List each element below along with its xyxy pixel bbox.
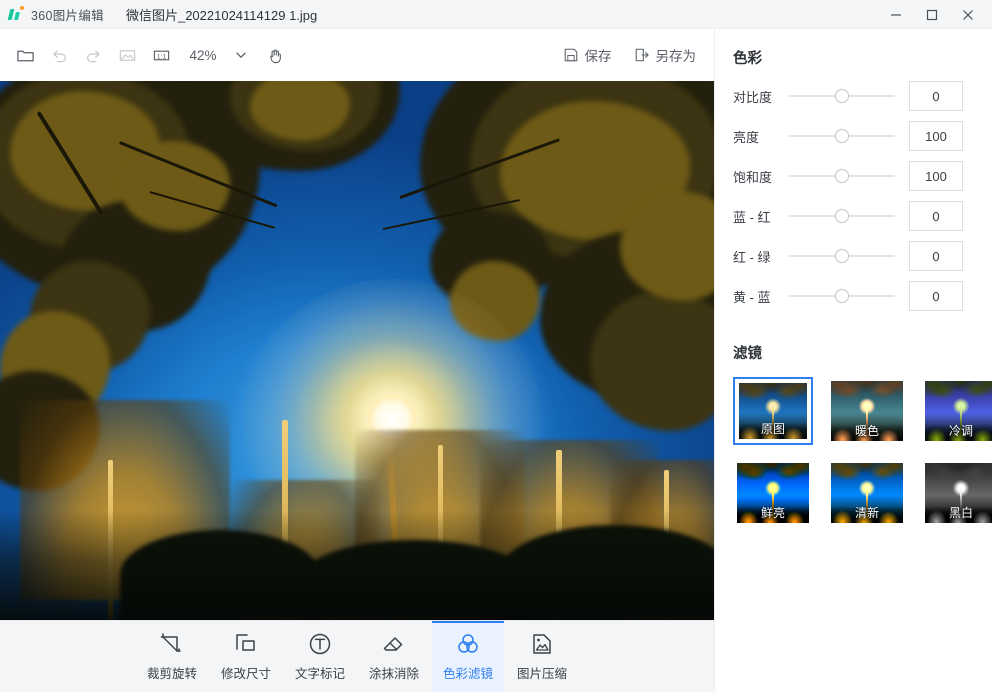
crop-rotate-icon bbox=[159, 631, 185, 657]
tab-label: 涂抹消除 bbox=[369, 663, 419, 682]
color-section-title: 色彩 bbox=[733, 47, 992, 68]
filter-option-fresh[interactable]: 清新 bbox=[827, 459, 907, 527]
tab-erase[interactable]: 涂抹消除 bbox=[358, 621, 430, 692]
save-icon bbox=[563, 47, 579, 63]
app-name: 360图片编辑 bbox=[31, 5, 104, 24]
filter-option-warm[interactable]: 暖色 bbox=[827, 377, 907, 445]
red-green-slider[interactable] bbox=[789, 247, 895, 265]
slider-thumb[interactable] bbox=[835, 89, 849, 103]
color-sliders-list: 对比度 0 亮度 100 饱和度 bbox=[715, 76, 992, 316]
tab-label: 图片压缩 bbox=[517, 663, 567, 682]
svg-text:1:1: 1:1 bbox=[156, 53, 166, 60]
close-button[interactable] bbox=[950, 0, 986, 29]
filter-label: 冷调 bbox=[925, 422, 992, 439]
maximize-button[interactable] bbox=[914, 0, 950, 29]
save-as-label: 另存为 bbox=[656, 45, 697, 65]
tab-label: 修改尺寸 bbox=[221, 663, 271, 682]
text-mark-icon bbox=[307, 631, 333, 657]
blue-red-slider[interactable] bbox=[789, 207, 895, 225]
document-name: 微信图片_20221024114129 1.jpg bbox=[126, 5, 317, 24]
slider-row-saturation: 饱和度 100 bbox=[733, 156, 992, 196]
contrast-value-input[interactable]: 0 bbox=[909, 81, 963, 111]
slider-label: 蓝 - 红 bbox=[733, 207, 789, 226]
filter-option-vivid[interactable]: 鲜亮 bbox=[733, 459, 813, 527]
save-as-button[interactable]: 另存为 bbox=[630, 41, 701, 69]
filter-section-title: 滤镜 bbox=[733, 342, 992, 363]
contrast-slider[interactable] bbox=[789, 87, 895, 105]
one-to-one-icon[interactable]: 1:1 bbox=[144, 38, 178, 72]
slider-row-yellow-blue: 黄 - 蓝 0 bbox=[733, 276, 992, 316]
undo-icon[interactable] bbox=[42, 38, 76, 72]
slider-thumb[interactable] bbox=[835, 129, 849, 143]
slider-row-red-green: 红 - 绿 0 bbox=[733, 236, 992, 276]
image-editor-window: 360图片编辑 微信图片_20221024114129 1.jpg bbox=[0, 0, 992, 692]
filter-option-blackwhite[interactable]: 黑白 bbox=[921, 459, 992, 527]
slider-row-brightness: 亮度 100 bbox=[733, 116, 992, 156]
color-filter-icon bbox=[455, 631, 481, 657]
top-toolbar: 1:1 42% 保存 另存为 bbox=[0, 29, 714, 81]
minimize-button[interactable] bbox=[878, 0, 914, 29]
blue-red-value-input[interactable]: 0 bbox=[909, 201, 963, 231]
zoom-level: 42% bbox=[186, 48, 220, 63]
tab-resize[interactable]: 修改尺寸 bbox=[210, 621, 282, 692]
image-canvas[interactable] bbox=[0, 81, 714, 620]
slider-thumb[interactable] bbox=[835, 249, 849, 263]
tab-text-mark[interactable]: 文字标记 bbox=[284, 621, 356, 692]
slider-label: 黄 - 蓝 bbox=[733, 287, 789, 306]
resize-icon bbox=[233, 631, 259, 657]
tab-label: 裁剪旋转 bbox=[147, 663, 197, 682]
filter-label: 原图 bbox=[739, 420, 807, 437]
tab-label: 色彩滤镜 bbox=[443, 663, 493, 682]
slider-row-contrast: 对比度 0 bbox=[733, 76, 992, 116]
filter-label: 鲜亮 bbox=[737, 504, 809, 521]
filter-option-cool[interactable]: 冷调 bbox=[921, 377, 992, 445]
tab-label: 文字标记 bbox=[295, 663, 345, 682]
image-icon[interactable] bbox=[110, 38, 144, 72]
brightness-slider[interactable] bbox=[789, 127, 895, 145]
filter-label: 暖色 bbox=[831, 422, 903, 439]
save-button[interactable]: 保存 bbox=[559, 41, 616, 69]
filter-option-original[interactable]: 原图 bbox=[733, 377, 813, 445]
filter-label: 清新 bbox=[831, 504, 903, 521]
tab-compress[interactable]: 图片压缩 bbox=[506, 621, 578, 692]
slider-label: 饱和度 bbox=[733, 167, 789, 186]
filter-label: 黑白 bbox=[925, 504, 992, 521]
redo-icon[interactable] bbox=[76, 38, 110, 72]
brightness-value-input[interactable]: 100 bbox=[909, 121, 963, 151]
slider-thumb[interactable] bbox=[835, 169, 849, 183]
filter-grid: 原图 暖色 冷调 鲜亮 清新 黑白 bbox=[733, 377, 992, 527]
saturation-value-input[interactable]: 100 bbox=[909, 161, 963, 191]
compress-icon bbox=[529, 631, 555, 657]
tab-crop-rotate[interactable]: 裁剪旋转 bbox=[136, 621, 208, 692]
slider-label: 亮度 bbox=[733, 127, 789, 146]
title-bar: 360图片编辑 微信图片_20221024114129 1.jpg bbox=[0, 0, 992, 29]
save-label: 保存 bbox=[585, 45, 612, 65]
right-properties-panel: 色彩 对比度 0 亮度 100 饱和度 bbox=[714, 29, 992, 692]
slider-label: 对比度 bbox=[733, 87, 789, 106]
chevron-down-icon[interactable] bbox=[224, 38, 258, 72]
bottom-tool-tabs: 裁剪旋转 修改尺寸 文字标记 涂抹消除 色彩滤镜 bbox=[0, 620, 714, 692]
window-controls bbox=[878, 0, 992, 29]
saturation-slider[interactable] bbox=[789, 167, 895, 185]
red-green-value-input[interactable]: 0 bbox=[909, 241, 963, 271]
yellow-blue-value-input[interactable]: 0 bbox=[909, 281, 963, 311]
slider-row-blue-red: 蓝 - 红 0 bbox=[733, 196, 992, 236]
save-as-icon bbox=[634, 47, 650, 63]
slider-thumb[interactable] bbox=[835, 209, 849, 223]
slider-label: 红 - 绿 bbox=[733, 247, 789, 266]
slider-thumb[interactable] bbox=[835, 289, 849, 303]
edited-photo bbox=[0, 81, 714, 620]
hand-icon[interactable] bbox=[258, 38, 292, 72]
app-logo-icon bbox=[7, 5, 25, 23]
eraser-icon bbox=[381, 631, 407, 657]
folder-open-icon[interactable] bbox=[8, 38, 42, 72]
toolbar-right-actions: 保存 另存为 bbox=[559, 29, 701, 81]
yellow-blue-slider[interactable] bbox=[789, 287, 895, 305]
tab-color-filter[interactable]: 色彩滤镜 bbox=[432, 621, 504, 692]
